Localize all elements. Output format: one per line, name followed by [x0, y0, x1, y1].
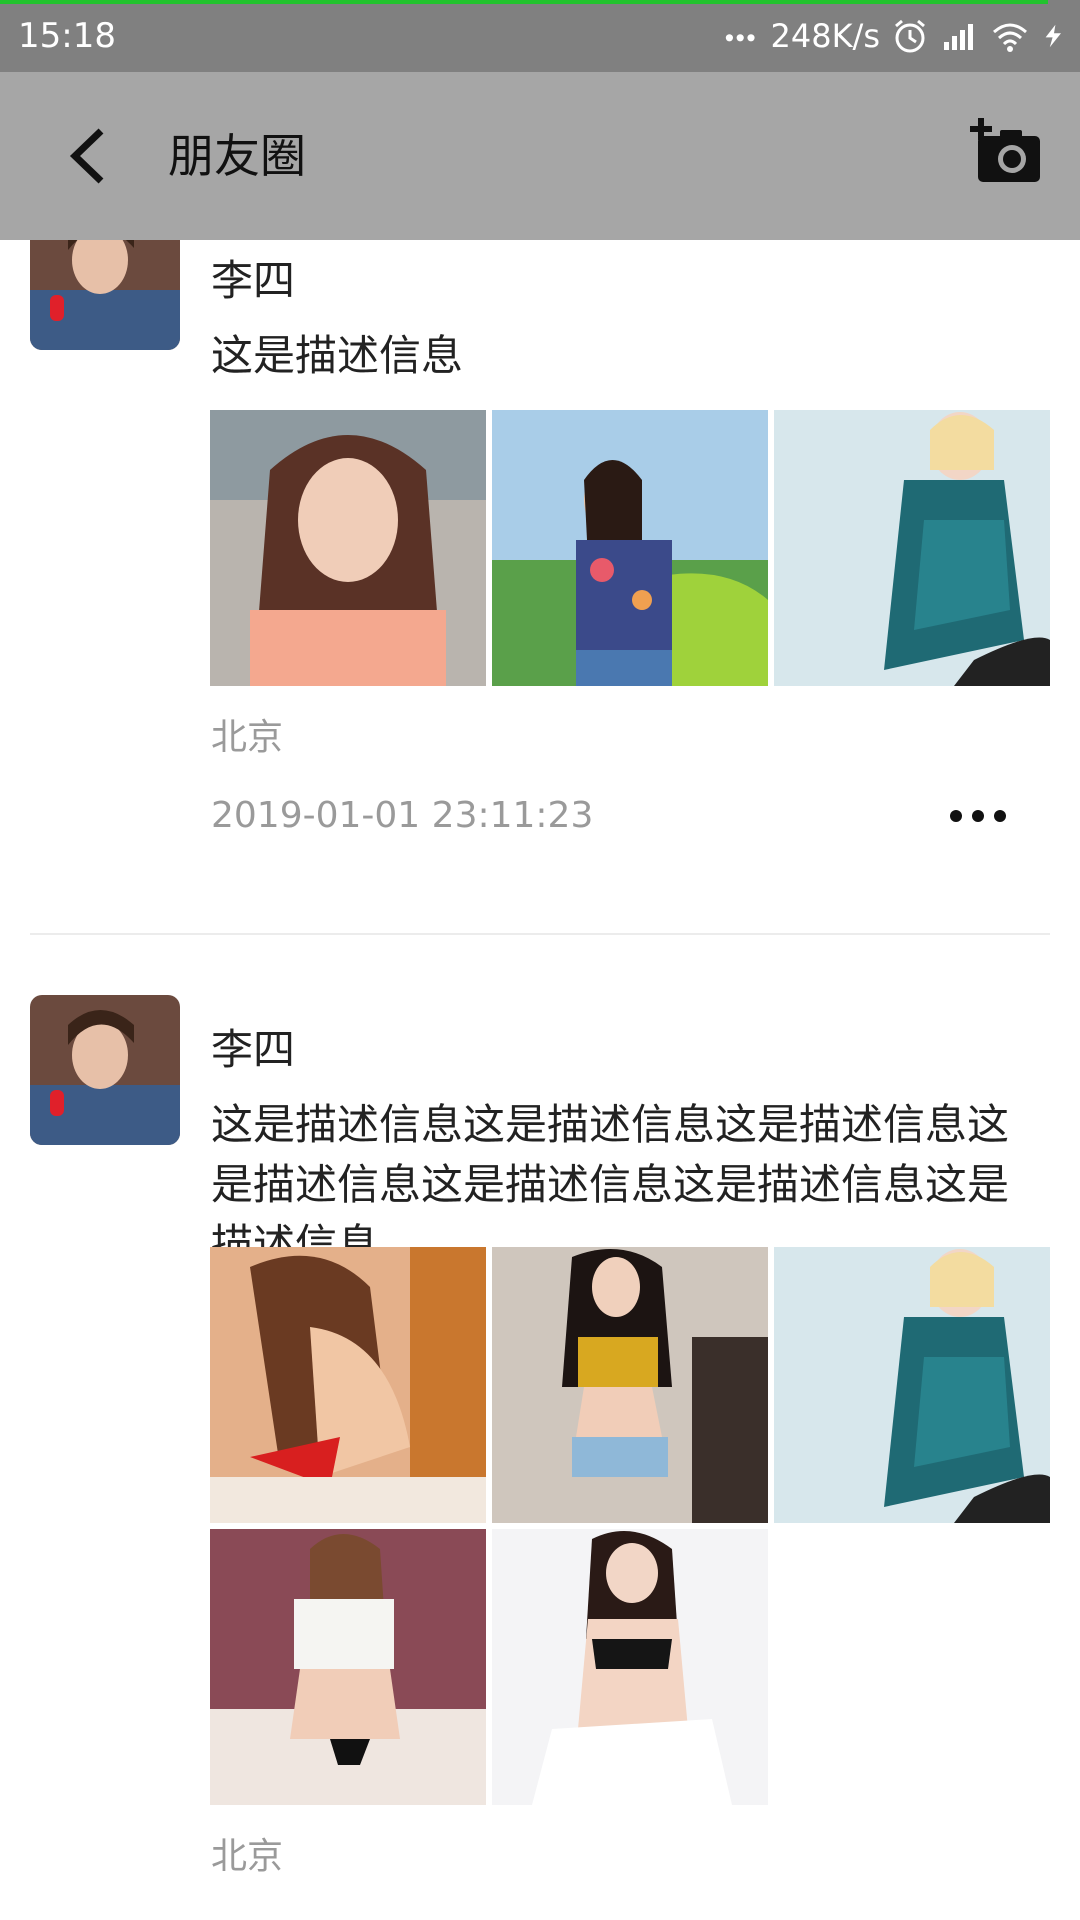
header: 朋友圈 [0, 72, 1080, 240]
post-description: 这是描述信息 [211, 331, 464, 380]
photo-grid [210, 410, 1050, 686]
moment-post: 李四 这是描述信息这是描述信息这是描述信息这是描述信息这是描述信息这是描述信息这… [0, 995, 1080, 1920]
photo-thumbnail[interactable] [492, 1247, 768, 1523]
alarm-icon [895, 19, 925, 53]
photo-thumbnail[interactable] [492, 1529, 768, 1805]
photo-thumbnail[interactable] [210, 1529, 486, 1805]
signal-icon [944, 24, 973, 50]
photo-thumbnail[interactable] [210, 410, 486, 686]
back-arrow-icon [69, 128, 104, 184]
network-speed: 248K/s [770, 17, 880, 55]
camera-button[interactable] [970, 118, 1046, 194]
charging-icon [1045, 24, 1061, 48]
add-photo-camera-icon [970, 118, 1040, 182]
avatar-image [30, 240, 180, 350]
more-options-button[interactable] [950, 804, 1006, 828]
photo-grid [210, 1247, 1050, 1805]
moments-feed[interactable]: 李四 这是描述信息 北京 2019-01-01 23:11:23 李四 这是描述… [0, 240, 1080, 1920]
post-divider [30, 933, 1050, 935]
wifi-icon [993, 23, 1027, 52]
author-name[interactable]: 李四 [211, 256, 295, 306]
back-button[interactable] [52, 116, 122, 196]
post-time: 2019-01-01 23:11:23 [211, 795, 594, 836]
moment-post: 李四 这是描述信息 北京 2019-01-01 23:11:23 [0, 240, 1080, 980]
page-title: 朋友圈 [168, 129, 306, 183]
photo-image [210, 1247, 486, 1523]
status-icons: 248K/s [724, 14, 1068, 58]
status-bar: 15:18 248K/s [0, 0, 1080, 72]
photo-image [210, 1529, 486, 1805]
more-options-dot [994, 810, 1006, 822]
photo-image [492, 410, 768, 686]
photo-thumbnail[interactable] [210, 1247, 486, 1523]
photo-thumbnail[interactable] [774, 410, 1050, 686]
photo-thumbnail[interactable] [492, 410, 768, 686]
avatar[interactable] [30, 240, 180, 350]
photo-image [774, 410, 1050, 686]
loading-progress-bar [0, 0, 1048, 4]
avatar[interactable] [30, 995, 180, 1145]
post-location[interactable]: 北京 [211, 716, 283, 760]
photo-image [774, 1247, 1050, 1523]
photo-image [492, 1529, 768, 1805]
post-location[interactable]: 北京 [211, 1835, 283, 1879]
more-dots-icon [726, 34, 756, 42]
status-time: 15:18 [18, 16, 116, 56]
more-options-dot [972, 810, 984, 822]
photo-image [210, 410, 486, 686]
avatar-image [30, 995, 180, 1145]
author-name[interactable]: 李四 [211, 1025, 295, 1075]
more-options-icon [950, 810, 962, 822]
photo-image [492, 1247, 768, 1523]
photo-thumbnail[interactable] [774, 1247, 1050, 1523]
